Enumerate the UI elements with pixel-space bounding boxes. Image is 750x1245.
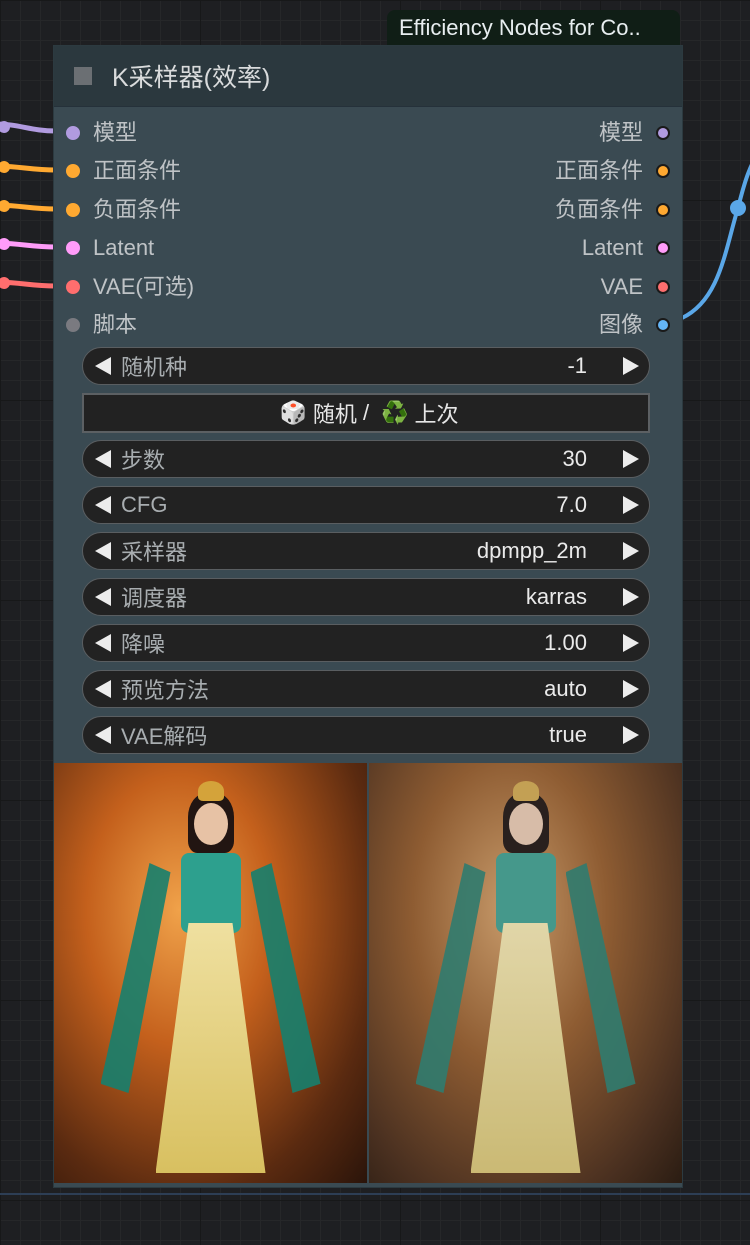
positive-input-dot-icon[interactable] [66, 164, 80, 178]
output-slot-positive[interactable]: 正面条件 [555, 152, 670, 190]
vae-output-dot-icon[interactable] [656, 280, 670, 294]
decrement-arrow-icon[interactable] [95, 450, 111, 468]
output-slot-model[interactable]: 模型 [599, 114, 670, 152]
output-slot-vae[interactable]: VAE [601, 268, 670, 306]
input-slot-positive[interactable]: 正面条件 [66, 152, 181, 190]
sampler-label: 采样器 [121, 540, 188, 565]
latent-link-joint[interactable] [0, 238, 10, 250]
output-label: Latent [581, 235, 643, 260]
denoise-label: 降噪 [121, 632, 166, 657]
input-label: 脚本 [93, 312, 138, 337]
input-slot-latent[interactable]: Latent [66, 229, 154, 267]
random-label: 随机 [312, 402, 357, 427]
increment-arrow-icon[interactable] [623, 726, 639, 744]
model-input-dot-icon[interactable] [66, 126, 80, 140]
dice-icon: 🎲 [279, 400, 307, 425]
input-slot-script[interactable]: 脚本 [66, 306, 137, 344]
output-label: 图像 [598, 312, 643, 337]
seed-widget[interactable]: 随机种 -1 [82, 347, 650, 385]
output-label: 模型 [598, 120, 643, 145]
scheduler-value[interactable]: karras [526, 584, 587, 610]
script-input-dot-icon[interactable] [66, 318, 80, 332]
latent-input-dot-icon[interactable] [66, 241, 80, 255]
vae-decode-value[interactable]: true [549, 722, 587, 748]
decrement-arrow-icon[interactable] [95, 496, 111, 514]
scheduler-label: 调度器 [121, 586, 188, 611]
node-pack-badge-text: Efficiency Nodes for Co.. [399, 15, 641, 40]
input-label: 模型 [93, 120, 138, 145]
input-label: 负面条件 [93, 197, 182, 222]
preview-method-widget[interactable]: 预览方法 auto [82, 670, 650, 708]
input-slot-model[interactable]: 模型 [66, 114, 137, 152]
cfg-label: CFG [121, 492, 168, 517]
separator: / [362, 400, 370, 425]
steps-label: 步数 [121, 448, 166, 473]
positive-link-joint[interactable] [0, 161, 10, 173]
decrement-arrow-icon[interactable] [95, 634, 111, 652]
decrement-arrow-icon[interactable] [95, 680, 111, 698]
denoise-value[interactable]: 1.00 [544, 630, 587, 656]
preview-image[interactable] [369, 763, 682, 1183]
image-link-joint[interactable] [730, 200, 746, 216]
increment-arrow-icon[interactable] [623, 588, 639, 606]
input-slot-vae[interactable]: VAE(可选) [66, 268, 194, 306]
positive-output-dot-icon[interactable] [656, 164, 670, 178]
output-label: 负面条件 [554, 197, 643, 222]
figure-illustration [100, 763, 321, 1183]
increment-arrow-icon[interactable] [623, 450, 639, 468]
input-label: Latent [93, 235, 155, 260]
decrement-arrow-icon[interactable] [95, 588, 111, 606]
last-label: 上次 [414, 402, 459, 427]
steps-widget[interactable]: 步数 30 [82, 440, 650, 478]
negative-link-joint[interactable] [0, 200, 10, 212]
output-slot-latent[interactable]: Latent [582, 229, 670, 267]
output-slot-negative[interactable]: 负面条件 [555, 191, 670, 229]
vae-decode-label: VAE解码 [121, 724, 208, 749]
seed-value[interactable]: -1 [567, 353, 587, 379]
randomize-seed-button[interactable]: 🎲 随机 / ♻️ 上次 [82, 393, 650, 433]
vae-decode-widget[interactable]: VAE解码 true [82, 716, 650, 754]
latent-output-dot-icon[interactable] [656, 241, 670, 255]
figure-illustration [415, 763, 636, 1183]
model-output-dot-icon[interactable] [656, 126, 670, 140]
recycle-icon: ♻️ [381, 400, 409, 425]
output-label: VAE [600, 274, 643, 299]
decrement-arrow-icon[interactable] [95, 726, 111, 744]
node-title: K采样器(效率) [112, 64, 271, 92]
input-slot-negative[interactable]: 负面条件 [66, 191, 181, 229]
steps-value[interactable]: 30 [563, 446, 587, 472]
input-label: 正面条件 [93, 158, 182, 183]
node-pack-badge: Efficiency Nodes for Co.. [387, 10, 680, 46]
preview-gallery [54, 763, 682, 1183]
decoded-image[interactable] [54, 763, 367, 1183]
increment-arrow-icon[interactable] [623, 542, 639, 560]
input-label: VAE(可选) [93, 274, 195, 299]
preview-method-label: 预览方法 [121, 678, 210, 703]
denoise-widget[interactable]: 降噪 1.00 [82, 624, 650, 662]
vae-link-joint[interactable] [0, 277, 10, 289]
negative-output-dot-icon[interactable] [656, 203, 670, 217]
vae-input-dot-icon[interactable] [66, 280, 80, 294]
negative-input-dot-icon[interactable] [66, 203, 80, 217]
increment-arrow-icon[interactable] [623, 496, 639, 514]
collapse-toggle-icon[interactable] [74, 67, 92, 85]
node-header[interactable]: K采样器(效率) [54, 46, 682, 107]
decrement-arrow-icon[interactable] [95, 357, 111, 375]
image-output-dot-icon[interactable] [656, 318, 670, 332]
cfg-widget[interactable]: CFG 7.0 [82, 486, 650, 524]
cfg-value[interactable]: 7.0 [556, 492, 587, 518]
scheduler-widget[interactable]: 调度器 karras [82, 578, 650, 616]
ksampler-efficient-node[interactable]: K采样器(效率) 模型 正面条件 负面条件 Latent VAE(可选) 脚本 … [54, 46, 682, 1187]
increment-arrow-icon[interactable] [623, 680, 639, 698]
output-slot-image[interactable]: 图像 [599, 306, 670, 344]
image-output-link[interactable] [681, 150, 750, 320]
sampler-value[interactable]: dpmpp_2m [477, 538, 587, 564]
sampler-widget[interactable]: 采样器 dpmpp_2m [82, 532, 650, 570]
seed-label: 随机种 [121, 355, 188, 380]
increment-arrow-icon[interactable] [623, 634, 639, 652]
output-label: 正面条件 [554, 158, 643, 183]
preview-method-value[interactable]: auto [544, 676, 587, 702]
decrement-arrow-icon[interactable] [95, 542, 111, 560]
increment-arrow-icon[interactable] [623, 357, 639, 375]
